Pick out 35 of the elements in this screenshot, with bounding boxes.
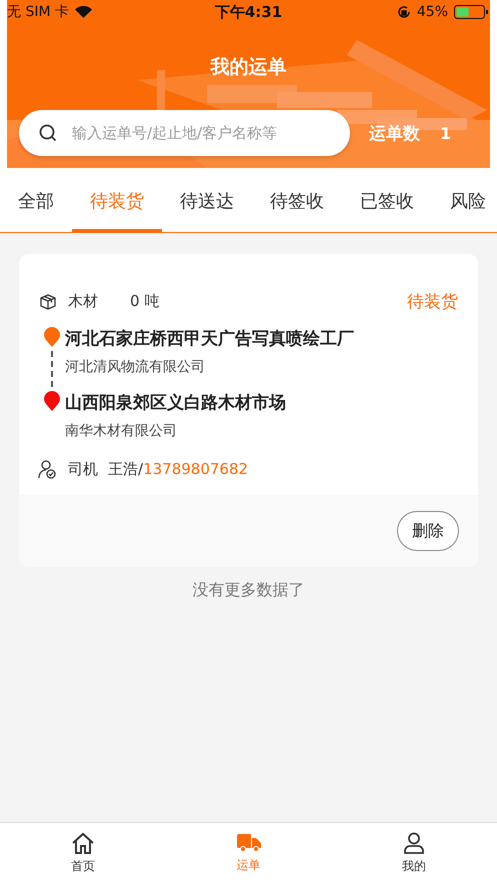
rotation-lock-icon (396, 5, 411, 19)
box-icon (38, 292, 58, 312)
no-more-data-text: 没有更多数据了 (192, 580, 304, 601)
delete-button[interactable]: 删除 (397, 511, 459, 551)
count-value: 1 (440, 124, 452, 142)
nav-item[interactable]: 首页 (0, 823, 166, 883)
status-time: 下午4:31 (214, 2, 282, 22)
user-icon (404, 832, 424, 854)
cargo-name: 木材 (68, 292, 98, 311)
stop-address: 河北石家庄桥西甲天广告写真喷绘工厂 (65, 328, 355, 351)
tab[interactable]: 待签收 (252, 168, 342, 232)
driver-icon (38, 459, 58, 479)
tab[interactable]: 风险 (432, 168, 497, 232)
page-title: 我的运单 (209, 55, 288, 80)
carrier-text: 无 SIM 卡 (7, 3, 69, 21)
driver-label: 司机 (68, 460, 98, 478)
order-card[interactable]: 木材 0 吨 待装货 河北石家庄桥西甲天广告写真喷绘工厂 河北清风物流有限公司 山西阳泉郊区义白路木材市场 南华木材有限公司 司机 王浩/13789807682 删除 (19, 254, 478, 567)
tab[interactable]: 全部 (0, 168, 72, 232)
company-name: 南华木材有限公司 (65, 422, 178, 441)
order-status: 待装货 (407, 291, 458, 313)
count-label: 运单数 (369, 122, 420, 144)
wifi-icon (75, 6, 92, 18)
company-name: 河北清风物流有限公司 (65, 358, 206, 377)
cargo-weight: 0 吨 (130, 292, 160, 311)
battery-percent: 45% (416, 4, 448, 20)
tab[interactable]: 待送达 (162, 168, 252, 232)
home-icon (70, 832, 95, 854)
nav-item[interactable]: 我的 (331, 823, 497, 883)
stop-address: 山西阳泉郊区义白路木材市场 (65, 392, 287, 415)
driver-name: 王浩/ (108, 460, 144, 478)
search-icon (39, 124, 57, 142)
truck-icon (236, 832, 260, 852)
tab[interactable]: 已签收 (342, 168, 432, 232)
battery-icon (454, 5, 490, 19)
search-field[interactable]: 输入运单号/起止地/客户名称等 (19, 110, 350, 156)
